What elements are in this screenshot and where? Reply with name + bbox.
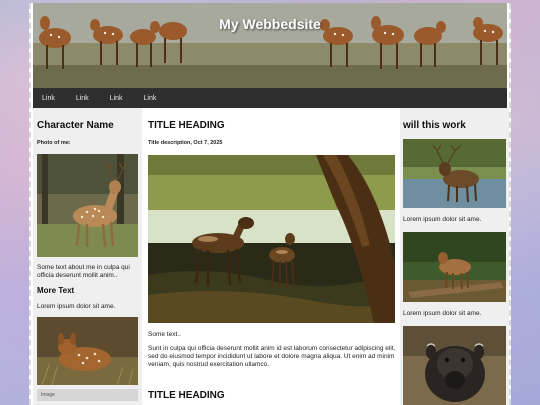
header-banner: My Webbedsite xyxy=(33,3,507,88)
nav-link-3[interactable]: Link xyxy=(110,95,123,102)
more-text-heading: More Text xyxy=(37,286,75,295)
more-text-body: Lorem ipsum dolor sit ame. xyxy=(37,303,116,310)
right-sidebar: will this work Lorem ipsum dolor sit ame… xyxy=(400,108,509,405)
deer-forest-photo xyxy=(403,232,507,302)
character-name-heading: Character Name xyxy=(37,120,114,131)
left-sidebar: Character Name Photo of me: Some text ab… xyxy=(33,108,142,405)
right-caption-1: Lorem ipsum dolor sit ame. xyxy=(403,216,482,223)
about-text: Some text about me in culpa qui officia … xyxy=(37,264,130,279)
image-label: Image xyxy=(41,392,55,398)
title-description: Title description, Oct 7, 2025 xyxy=(148,140,223,146)
main-deer-photo xyxy=(148,155,397,323)
tapir-photo xyxy=(403,326,507,405)
page: My Webbedsite Link Link Link Link Charac… xyxy=(29,3,511,405)
fawn-photo xyxy=(37,317,138,385)
second-title-heading: TITLE HEADING xyxy=(148,390,225,401)
nav-link-4[interactable]: Link xyxy=(144,95,157,102)
main-body-text: Sunt in culpa qui officia deserunt molli… xyxy=(148,345,396,368)
right-caption-2: Lorem ipsum dolor sit ame. xyxy=(403,310,482,317)
main-title-heading: TITLE HEADING xyxy=(148,120,225,131)
profile-photo xyxy=(37,154,138,257)
image-label-bar: Image xyxy=(37,389,138,401)
elk-photo xyxy=(403,139,507,208)
photo-caption: Photo of me: xyxy=(37,140,71,146)
site-title: My Webbedsite xyxy=(219,16,321,32)
main-content: TITLE HEADING Title description, Oct 7, … xyxy=(145,108,397,405)
right-heading: will this work xyxy=(403,120,466,131)
nav-link-1[interactable]: Link xyxy=(42,95,55,102)
nav-link-2[interactable]: Link xyxy=(76,95,89,102)
some-text: Some text.. xyxy=(148,331,181,338)
top-nav: Link Link Link Link xyxy=(33,88,507,108)
